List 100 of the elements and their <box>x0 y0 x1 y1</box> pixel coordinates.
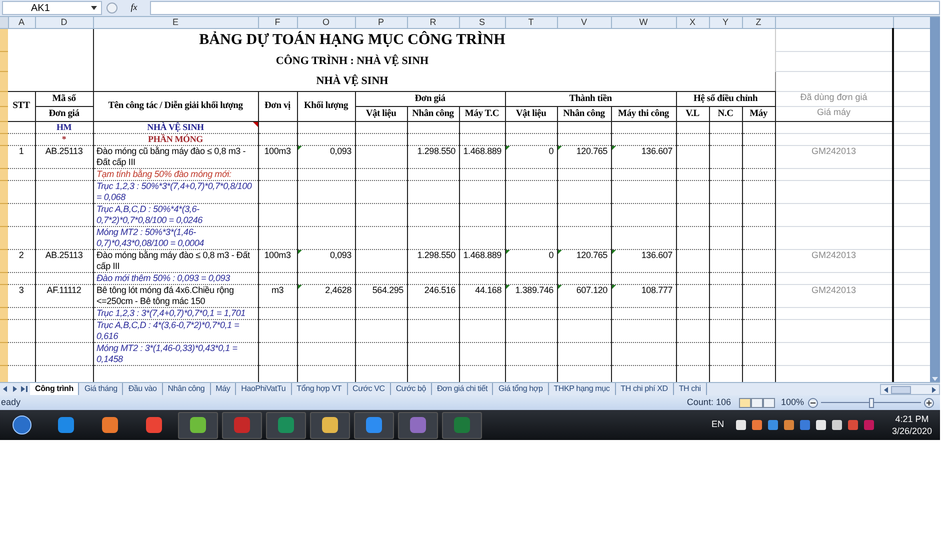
input-language[interactable]: EN <box>711 418 724 432</box>
error-indicator-icon <box>298 146 302 150</box>
table-cell: AF.11112 <box>35 284 93 307</box>
zoom-in-icon[interactable] <box>924 398 934 408</box>
column-header[interactable]: O <box>297 17 355 28</box>
column-title: STT <box>8 91 35 121</box>
column-header[interactable]: S <box>459 17 505 28</box>
column-title: Máy thi công <box>611 106 676 121</box>
table-cell: 136.607 <box>611 249 676 272</box>
table-cell: 44.168 <box>459 284 505 307</box>
column-header[interactable]: Y <box>709 17 742 28</box>
table-cell: 564.295 <box>355 284 407 307</box>
scroll-thumb[interactable] <box>891 386 911 394</box>
table-cell: 2 <box>8 249 35 272</box>
table-cell: Trục 1,2,3 : 50%*3*(7,4+0,7)*0,7*0,8/100 = 0,068 <box>93 180 258 203</box>
table-cell: 0,093 <box>297 145 355 168</box>
table-cell: 3 <box>8 284 35 307</box>
table-cell: 0 <box>505 145 557 168</box>
table-cell: 0,093 <box>297 249 355 272</box>
clock-date[interactable]: 3/26/2020 <box>892 425 932 437</box>
start-orb-icon <box>12 415 32 435</box>
table-cell: Trục A,B,C,D : 4*(3,6-0,7*2)*0,7*0,1 = 0,616 <box>93 319 258 342</box>
error-indicator-icon <box>298 250 302 254</box>
status-count: Count: 106 <box>686 396 731 409</box>
column-header[interactable]: V <box>557 17 611 28</box>
table-cell: 136.607 <box>611 145 676 168</box>
view-layout-icon[interactable] <box>738 398 775 408</box>
table-cell: Đào móng bằng máy đào ≤ 0,8 m3 - Đất cấp III <box>93 249 258 272</box>
error-indicator-icon <box>298 284 302 288</box>
table-cell: 607.120 <box>557 284 611 307</box>
table-cell: 0 <box>505 249 557 272</box>
column-header[interactable]: P <box>355 17 407 28</box>
column-group-title: Đơn giá <box>355 91 505 106</box>
table-cell: 1 <box>8 145 35 168</box>
table-cell: 246.516 <box>407 284 459 307</box>
zoom-level: 100% <box>780 396 804 409</box>
zoom-thumb[interactable] <box>869 398 874 408</box>
status-mode: eady <box>0 396 21 409</box>
column-header[interactable]: R <box>407 17 459 28</box>
table-cell: Bê tông lót móng đá 4x6.Chiều rộng <=250cm - Bê tông mác 150 <box>93 284 258 307</box>
column-title: Nhân công <box>557 106 611 121</box>
dropdown-caret-icon[interactable] <box>91 6 97 10</box>
table-cell: Đã dùng đơn giá <box>775 91 893 106</box>
sheet-tab[interactable]: THKP hạng mục <box>548 383 616 395</box>
insert-function-button[interactable]: fx <box>122 1 146 15</box>
name-box[interactable]: AK1 <box>2 1 102 15</box>
table-cell: 100m3 <box>258 145 297 168</box>
column-title: N.C <box>709 106 742 121</box>
error-indicator-icon <box>558 284 562 288</box>
table-cell: AB.25113 <box>35 249 93 272</box>
column-title: Vật liệu <box>505 106 557 121</box>
sheet-title: NHÀ VỆ SINH <box>93 71 611 91</box>
table-cell: HM <box>35 121 93 133</box>
column-header[interactable]: T <box>505 17 557 28</box>
zoom-slider[interactable] <box>821 398 921 408</box>
column-header[interactable]: Z <box>742 17 775 28</box>
table-cell: GM242013 <box>775 284 893 307</box>
table-cell: 108.777 <box>611 284 676 307</box>
column-header[interactable]: A <box>8 17 35 28</box>
cell-reference: AK1 <box>30 2 50 16</box>
table-cell: Tạm tính bằng 50% đào móng mới: <box>93 168 258 180</box>
column-title: Tên công tác / Diễn giải khối lượng <box>93 91 258 121</box>
sheet-tab[interactable]: Cước VC <box>348 383 391 395</box>
zoom-out-icon[interactable] <box>808 398 818 408</box>
table-cell: Trục 1,2,3 : 3*(7,4+0,7)*0,7*0,1 = 1,701 <box>93 307 258 319</box>
table-cell: 1.389.746 <box>505 284 557 307</box>
column-title: Nhân công <box>407 106 459 121</box>
column-title: Máy T.C <box>459 106 505 121</box>
table-cell: 2,4628 <box>297 284 355 307</box>
horizontal-scrollbar[interactable] <box>880 384 940 395</box>
table-cell: 1.298.550 <box>407 249 459 272</box>
table-cell: 1.468.889 <box>459 249 505 272</box>
sheet-title: CÔNG TRÌNH : NHÀ VỆ SINH <box>93 51 611 71</box>
scroll-left-icon[interactable] <box>883 386 889 392</box>
column-header[interactable]: E <box>93 17 258 28</box>
column-header[interactable]: W <box>611 17 676 28</box>
table-cell: AB.25113 <box>35 145 93 168</box>
table-cell: 100m3 <box>258 249 297 272</box>
sheet-tab[interactable]: Máy <box>210 383 236 395</box>
column-header[interactable]: F <box>258 17 297 28</box>
column-header[interactable]: D <box>35 17 93 28</box>
sheet-tab[interactable]: Công trình <box>30 383 80 395</box>
column-group-title: Thành tiền <box>505 91 676 106</box>
taskbar-button[interactable] <box>178 412 218 438</box>
sheet-tab[interactable]: Tổng hợp VT <box>292 383 348 395</box>
table-cell: 1.468.889 <box>459 145 505 168</box>
scroll-right-icon[interactable] <box>931 386 937 392</box>
column-title: Đơn vị <box>258 91 297 121</box>
tab-navigation-icon[interactable] <box>2 385 30 393</box>
column-group-title: Hệ số điều chỉnh <box>676 91 775 106</box>
table-cell: GM242013 <box>775 249 893 272</box>
error-indicator-icon <box>558 146 562 150</box>
taskbar-button[interactable] <box>310 412 350 438</box>
column-header[interactable]: X <box>676 17 709 28</box>
column-title: Máy <box>742 106 775 121</box>
vertical-scrollbar[interactable] <box>930 17 940 382</box>
table-cell: NHÀ VỆ SINH <box>93 121 258 133</box>
clock-time[interactable]: 4:21 PM <box>895 413 929 425</box>
sheet-tab[interactable]: TH chi phí XD <box>616 383 674 395</box>
formula-input[interactable] <box>150 1 940 15</box>
